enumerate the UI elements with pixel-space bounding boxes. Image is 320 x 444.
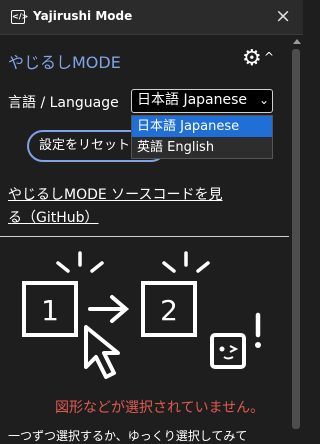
- selection-hint: 一つずつ選択するか、ゆっくり選択してみて: [8, 429, 248, 443]
- panel-heading: やじるしMODE: [8, 53, 121, 72]
- box-1-number: 1: [41, 294, 59, 327]
- divider: [0, 236, 289, 237]
- cursor-icon: [84, 325, 120, 379]
- scroll-thumb[interactable]: [292, 49, 300, 429]
- chevron-up-icon[interactable]: ^: [264, 50, 274, 64]
- language-option-japanese[interactable]: 日本語 Japanese: [132, 116, 272, 137]
- scrollbar[interactable]: [289, 35, 303, 441]
- language-label: 言語 / Language: [8, 95, 119, 111]
- title-bar: </> Yajirushi Mode ×: [0, 0, 303, 35]
- sparkle-icon: [56, 251, 210, 273]
- window-title: Yajirushi Mode: [33, 9, 133, 23]
- chevron-down-icon: ⌄: [258, 93, 269, 107]
- arrow-right-icon: [88, 295, 130, 323]
- code-icon: </>: [11, 10, 28, 24]
- box-2-number: 2: [160, 294, 178, 327]
- gear-icon[interactable]: ⚙: [242, 46, 262, 71]
- face-icon: [210, 333, 246, 369]
- language-select-value: 日本語 Japanese: [137, 92, 248, 108]
- no-selection-illustration: 1 2: [22, 251, 261, 379]
- language-option-english[interactable]: 英語 English: [132, 137, 272, 158]
- language-dropdown-list: 日本語 Japanese 英語 English: [131, 115, 273, 159]
- no-selection-message: 図形などが選択されていません。: [55, 400, 265, 416]
- language-select[interactable]: 日本語 Japanese ⌄: [131, 89, 273, 113]
- source-code-link[interactable]: やじるしMODE ソースコードを見る（GitHub）: [8, 184, 228, 230]
- scroll-up-arrow-icon[interactable]: [293, 39, 301, 44]
- close-button[interactable]: ×: [275, 5, 291, 27]
